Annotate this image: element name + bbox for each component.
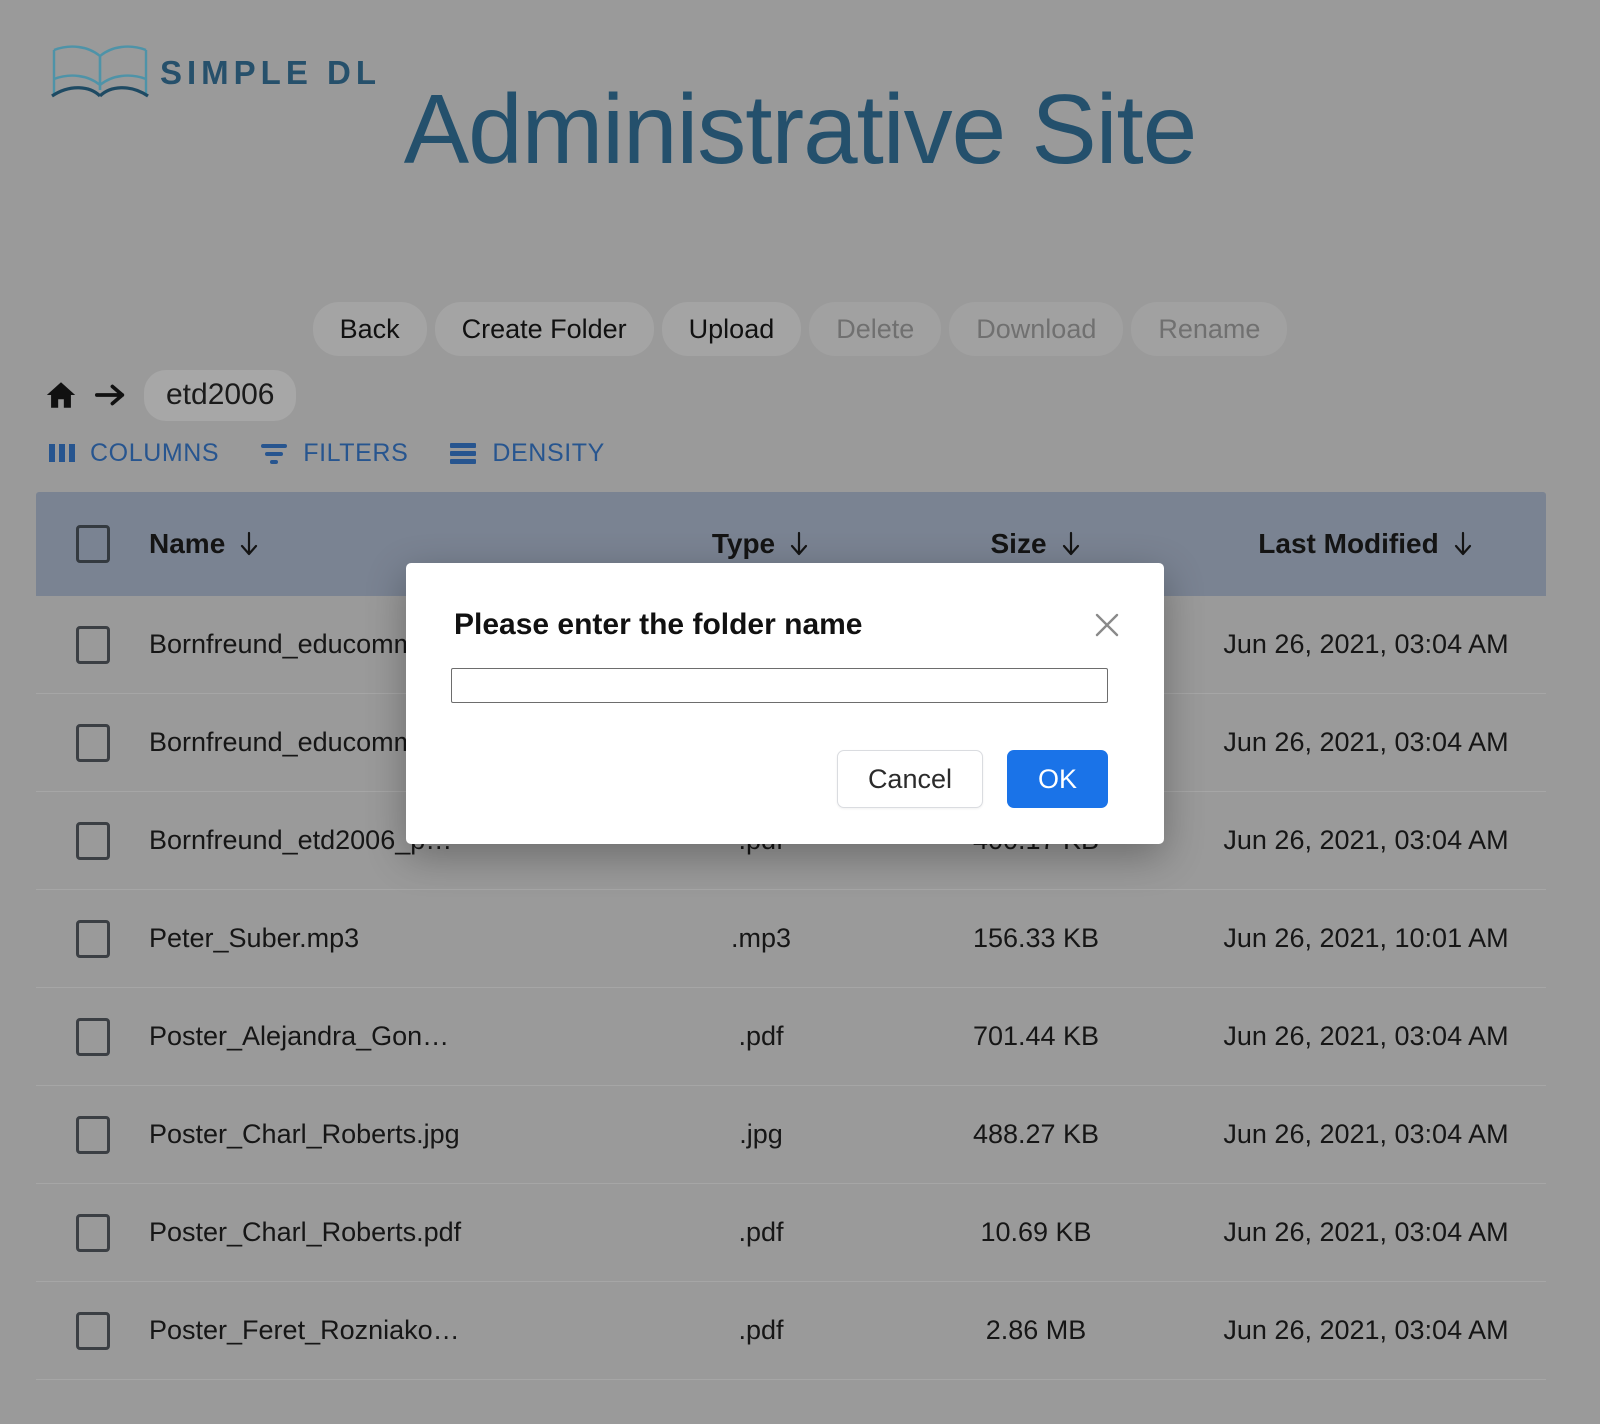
- cell-modified: Jun 26, 2021, 03:04 AM: [1223, 1217, 1509, 1248]
- row-checkbox[interactable]: [75, 723, 110, 762]
- cell-type: .pdf: [738, 1315, 784, 1346]
- density-label: DENSITY: [492, 438, 605, 467]
- cell-modified: Jun 26, 2021, 10:01 AM: [1223, 923, 1509, 954]
- folder-name-input-wrapper: [451, 668, 1108, 703]
- cell-modified: Jun 26, 2021, 03:04 AM: [1223, 1021, 1509, 1052]
- column-header-last-modified-label: Last Modified: [1258, 528, 1439, 559]
- cancel-button[interactable]: Cancel: [836, 749, 983, 808]
- action-toolbar: Back Create Folder Upload Delete Downloa…: [0, 302, 1600, 357]
- cell-name: Poster_Charl_Roberts.jpg: [149, 1119, 460, 1150]
- create-folder-button[interactable]: Create Folder: [434, 302, 654, 357]
- select-all-cell: [36, 525, 149, 563]
- cell-size: 2.86 MB: [985, 1315, 1087, 1346]
- dialog-actions: Cancel OK: [836, 749, 1108, 808]
- cell-modified: Jun 26, 2021, 03:04 AM: [1223, 825, 1509, 856]
- density-button[interactable]: DENSITY: [448, 438, 605, 467]
- create-folder-dialog: Please enter the folder name Cancel OK: [406, 563, 1164, 844]
- cell-name: Poster_Alejandra_Gon…: [149, 1021, 450, 1052]
- cell-size: 156.33 KB: [972, 923, 1100, 954]
- column-header-type[interactable]: Type: [636, 530, 886, 558]
- download-button: Download: [949, 302, 1124, 357]
- table-row[interactable]: Poster_Charl_Roberts.pdf .pdf 10.69 KB J…: [36, 1184, 1546, 1282]
- row-select-cell: [36, 821, 149, 860]
- cell-name: Peter_Suber.mp3: [149, 923, 360, 954]
- delete-button: Delete: [809, 302, 942, 357]
- breadcrumb: etd2006: [44, 370, 297, 421]
- row-select-cell: [36, 625, 149, 664]
- row-select-cell: [36, 1311, 149, 1350]
- back-button[interactable]: Back: [312, 302, 427, 357]
- cell-type: .pdf: [738, 1217, 784, 1248]
- column-header-name[interactable]: Name: [149, 530, 636, 558]
- grid-toolbar: COLUMNS FILTERS DENSITY: [48, 440, 605, 466]
- arrow-right-icon: [94, 384, 125, 406]
- cell-name: Poster_Charl_Roberts.pdf: [149, 1217, 462, 1248]
- dialog-title: Please enter the folder name: [454, 608, 863, 641]
- upload-button[interactable]: Upload: [661, 302, 802, 357]
- page-title: Administrative Site: [403, 74, 1198, 184]
- arrow-down-icon: [791, 531, 808, 556]
- row-checkbox[interactable]: [75, 821, 110, 860]
- row-select-cell: [36, 1213, 149, 1252]
- home-icon[interactable]: [44, 378, 78, 412]
- row-select-cell: [36, 919, 149, 958]
- table-row[interactable]: Poster_Alejandra_Gon… .pdf 701.44 KB Jun…: [36, 988, 1546, 1086]
- folder-name-input[interactable]: [451, 668, 1108, 703]
- breadcrumb-item-etd2006[interactable]: etd2006: [144, 370, 297, 421]
- ok-button[interactable]: OK: [1006, 749, 1108, 808]
- column-header-name-label: Name: [149, 528, 226, 559]
- arrow-down-icon: [1062, 531, 1079, 556]
- row-checkbox[interactable]: [75, 1017, 110, 1056]
- filters-button[interactable]: FILTERS: [259, 440, 408, 466]
- rename-button: Rename: [1131, 302, 1288, 357]
- select-all-checkbox[interactable]: [75, 525, 110, 563]
- arrow-down-icon: [1454, 531, 1471, 556]
- cell-name: Poster_Feret_Rozniako…: [149, 1315, 460, 1346]
- row-select-cell: [36, 1017, 149, 1056]
- row-checkbox[interactable]: [75, 625, 110, 664]
- row-checkbox[interactable]: [75, 1115, 110, 1154]
- row-select-cell: [36, 723, 149, 762]
- columns-label: COLUMNS: [90, 438, 220, 467]
- filters-label: FILTERS: [303, 438, 409, 467]
- table-row[interactable]: Poster_Charl_Roberts.jpg .jpg 488.27 KB …: [36, 1086, 1546, 1184]
- table-row[interactable]: Poster_Feret_Rozniako… .pdf 2.86 MB Jun …: [36, 1282, 1546, 1380]
- cell-modified: Jun 26, 2021, 03:04 AM: [1223, 1315, 1509, 1346]
- cell-type: .pdf: [738, 1021, 784, 1052]
- cell-modified: Jun 26, 2021, 03:04 AM: [1223, 1119, 1509, 1150]
- columns-button[interactable]: COLUMNS: [48, 438, 220, 467]
- column-header-size-label: Size: [990, 528, 1047, 559]
- cell-size: 488.27 KB: [972, 1119, 1100, 1150]
- cell-type: .jpg: [739, 1119, 783, 1150]
- filter-icon: [261, 444, 288, 464]
- columns-icon: [49, 444, 75, 462]
- column-header-size[interactable]: Size: [886, 530, 1186, 558]
- cell-modified: Jun 26, 2021, 03:04 AM: [1223, 629, 1509, 660]
- row-checkbox[interactable]: [75, 919, 110, 958]
- row-checkbox[interactable]: [75, 1213, 110, 1252]
- cell-modified: Jun 26, 2021, 03:04 AM: [1223, 727, 1509, 758]
- cell-size: 701.44 KB: [972, 1021, 1100, 1052]
- cell-type: .mp3: [730, 923, 792, 954]
- table-row[interactable]: Peter_Suber.mp3 .mp3 156.33 KB Jun 26, 2…: [36, 890, 1546, 988]
- column-header-type-label: Type: [711, 528, 776, 559]
- column-header-last-modified[interactable]: Last Modified: [1186, 530, 1546, 558]
- row-checkbox[interactable]: [75, 1311, 110, 1350]
- close-icon[interactable]: [1092, 610, 1122, 640]
- arrow-down-icon: [241, 531, 258, 556]
- row-select-cell: [36, 1115, 149, 1154]
- dialog-header: Please enter the folder name: [454, 608, 1122, 641]
- density-icon: [450, 443, 477, 464]
- cell-size: 10.69 KB: [980, 1217, 1092, 1248]
